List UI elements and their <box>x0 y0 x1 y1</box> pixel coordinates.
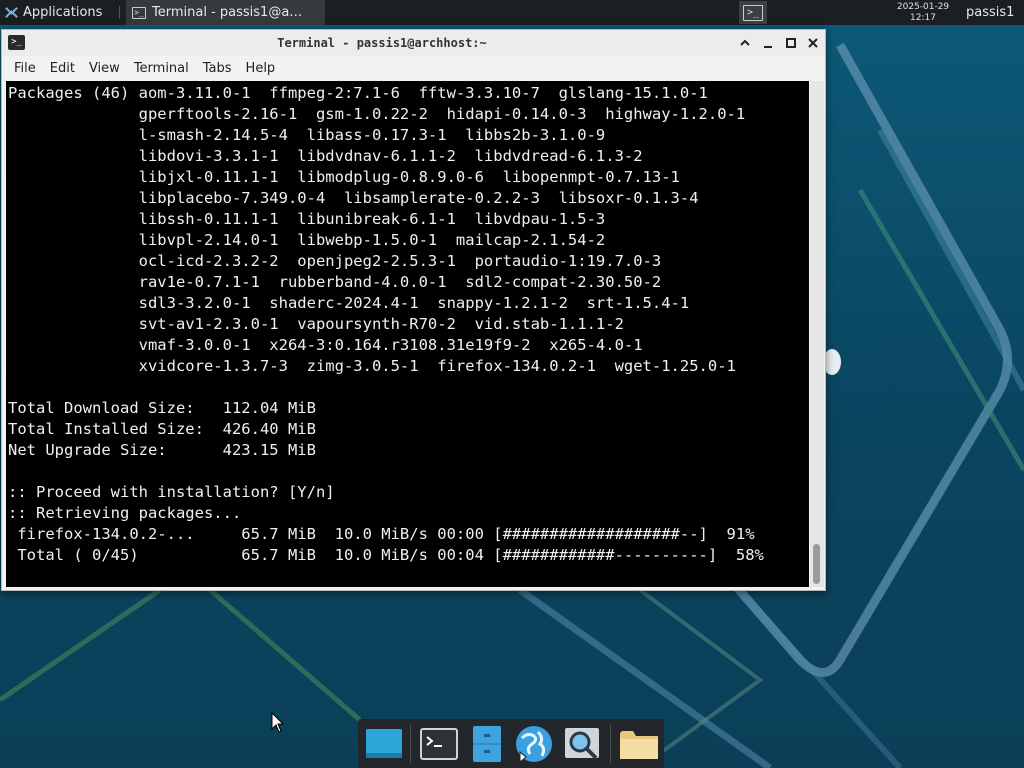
user-menu[interactable]: passis1 <box>966 0 1014 25</box>
dock-file-manager[interactable] <box>465 723 509 765</box>
applications-menu-button[interactable]: Applications <box>0 0 106 25</box>
dock-web-browser[interactable] <box>512 723 556 765</box>
menu-view[interactable]: View <box>89 61 120 76</box>
maximize-button[interactable] <box>782 34 800 52</box>
close-button[interactable] <box>804 34 822 52</box>
menu-file[interactable]: File <box>14 61 36 76</box>
menu-bar: File Edit View Terminal Tabs Help <box>2 56 825 81</box>
dock-search[interactable] <box>561 723 605 765</box>
dock-separator <box>410 725 411 763</box>
web-browser-icon <box>516 726 552 764</box>
terminal-icon: >_ <box>132 6 146 19</box>
top-panel: Applications >_ Terminal - passis1@a… >_… <box>0 0 1024 25</box>
dock-show-desktop[interactable] <box>362 723 406 765</box>
search-icon <box>565 728 599 760</box>
desktop-icon <box>366 729 402 758</box>
clock-time: 12:17 <box>910 13 936 23</box>
terminal-icon <box>420 728 458 760</box>
terminal-text: Packages (46) aom-3.11.0-1 ffmpeg-2:7.1-… <box>8 84 764 564</box>
applications-label: Applications <box>23 5 103 20</box>
dock-folder[interactable] <box>617 723 661 765</box>
clock-date: 2025-01-29 <box>896 2 950 12</box>
terminal-scrollbar[interactable] <box>810 81 824 587</box>
mouse-cursor-icon <box>271 712 285 733</box>
menu-tabs[interactable]: Tabs <box>203 61 232 76</box>
taskbar-terminal-button[interactable]: >_ Terminal - passis1@a… <box>126 0 325 25</box>
menu-terminal[interactable]: Terminal <box>134 61 189 76</box>
dock-separator <box>610 725 611 763</box>
panel-clock[interactable]: 2025-01-29 12:17 <box>878 0 968 25</box>
terminal-output[interactable]: Packages (46) aom-3.11.0-1 ffmpeg-2:7.1-… <box>6 81 809 587</box>
menu-help[interactable]: Help <box>246 61 276 76</box>
file-manager-icon <box>473 726 501 762</box>
folder-icon <box>620 731 658 759</box>
shade-button[interactable] <box>736 34 754 52</box>
dock <box>358 719 664 768</box>
taskbar-terminal-label: Terminal - passis1@a… <box>152 5 303 20</box>
minimize-button[interactable] <box>759 34 777 52</box>
xfce-logo-icon <box>5 7 18 18</box>
window-title: Terminal - passis1@archhost:~ <box>277 36 487 50</box>
panel-terminal-launcher[interactable]: >_ <box>739 1 767 24</box>
terminal-launcher-icon: >_ <box>743 4 763 21</box>
chevron-up-icon <box>740 39 750 46</box>
panel-separator <box>119 6 120 19</box>
menu-edit[interactable]: Edit <box>50 61 75 76</box>
window-titlebar[interactable]: >_ Terminal - passis1@archhost:~ <box>2 30 825 56</box>
minimize-icon <box>764 46 772 48</box>
dock-terminal[interactable] <box>417 723 461 765</box>
scrollbar-thumb[interactable] <box>813 544 820 584</box>
maximize-icon <box>786 38 796 48</box>
terminal-window: >_ Terminal - passis1@archhost:~ File Ed… <box>1 29 826 591</box>
close-icon <box>808 38 818 48</box>
